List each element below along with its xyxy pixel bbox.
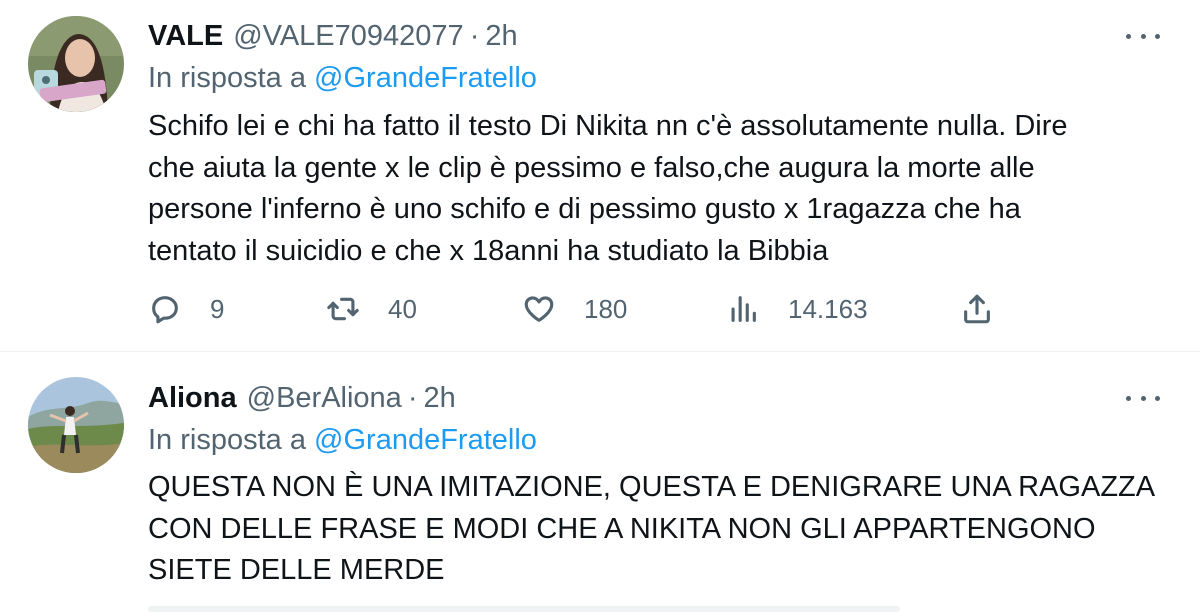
separator-dot: ·: [469, 19, 480, 52]
reply-prefix: In risposta a: [148, 424, 306, 456]
separator-dot: ·: [407, 381, 418, 414]
tweet-text-line: che aiuta la gente x le clip è pessimo e…: [148, 151, 1035, 184]
reply-button[interactable]: 9: [148, 288, 224, 330]
author-handle[interactable]: @BerAliona: [247, 382, 402, 415]
more-icon-dot: [1140, 395, 1146, 401]
tweet-text-line: QUESTA NON È UNA IMITAZIONE, QUESTA E DE…: [148, 471, 1156, 503]
author-name[interactable]: Aliona: [148, 382, 237, 415]
avatar-image: [28, 377, 124, 473]
timestamp[interactable]: 2h: [485, 20, 517, 53]
retweet-icon: [327, 297, 359, 321]
views-icon: [731, 296, 756, 322]
retweet-button[interactable]: 40: [326, 288, 417, 330]
tweet-text-line: SIETE DELLE MERDE: [148, 554, 445, 586]
more-icon: [1126, 33, 1131, 39]
like-count: 180: [584, 293, 628, 324]
reply-mention-link[interactable]: @GrandeFratello: [314, 424, 537, 456]
tweet-text-line: CON DELLE FRASE E MODI CHE A NIKITA NON …: [148, 512, 1096, 545]
reply-mention-link[interactable]: @GrandeFratello: [314, 62, 537, 94]
tweet-text: QUESTA NON È UNA IMITAZIONE, QUESTA E DE…: [148, 467, 1168, 592]
share-icon: [964, 294, 990, 324]
tweet-text-line: persone l'inferno è uno schifo e di pess…: [148, 193, 1021, 225]
tweet-header: VALE @VALE70942077 · 2h: [148, 16, 518, 56]
more-options-button[interactable]: [1126, 26, 1160, 46]
share-button[interactable]: [960, 288, 994, 330]
like-button[interactable]: 180: [522, 288, 627, 330]
views-count: 14.163: [788, 293, 868, 324]
author-handle[interactable]: @VALE70942077: [233, 20, 463, 53]
timestamp[interactable]: 2h: [423, 382, 455, 415]
tweet-text-line: Schifo lei e chi ha fatto il testo Di Ni…: [148, 110, 1068, 142]
more-icon-dot: [1140, 33, 1146, 39]
avatar[interactable]: [28, 16, 124, 112]
more-icon-dot: [1155, 395, 1160, 401]
tweet-header: Aliona @BerAliona · 2h: [148, 378, 456, 418]
scroll-hint-bar: [148, 606, 900, 612]
reply-count: 9: [210, 293, 225, 324]
avatar[interactable]: [28, 377, 124, 473]
heart-icon: [524, 296, 554, 322]
retweet-count: 40: [388, 293, 417, 324]
more-icon-dot: [1155, 33, 1160, 39]
reply-context: In risposta a @GrandeFratello: [148, 424, 537, 457]
more-options-button[interactable]: [1126, 388, 1160, 408]
author-name[interactable]: VALE: [148, 20, 223, 53]
more-icon: [1126, 395, 1131, 401]
reply-context: In risposta a @GrandeFratello: [148, 62, 537, 95]
reply-icon: [152, 296, 178, 324]
avatar-image: [28, 16, 124, 112]
views-button[interactable]: 14.163: [726, 288, 868, 330]
reply-prefix: In risposta a: [148, 62, 306, 94]
tweet-text: Schifo lei e chi ha fatto il testo Di Ni…: [148, 106, 1168, 272]
tweet-actions: 9 40 180 14.163: [148, 288, 1008, 330]
tweet-text-line: tentato il suicidio e che x 18anni ha st…: [148, 234, 829, 267]
